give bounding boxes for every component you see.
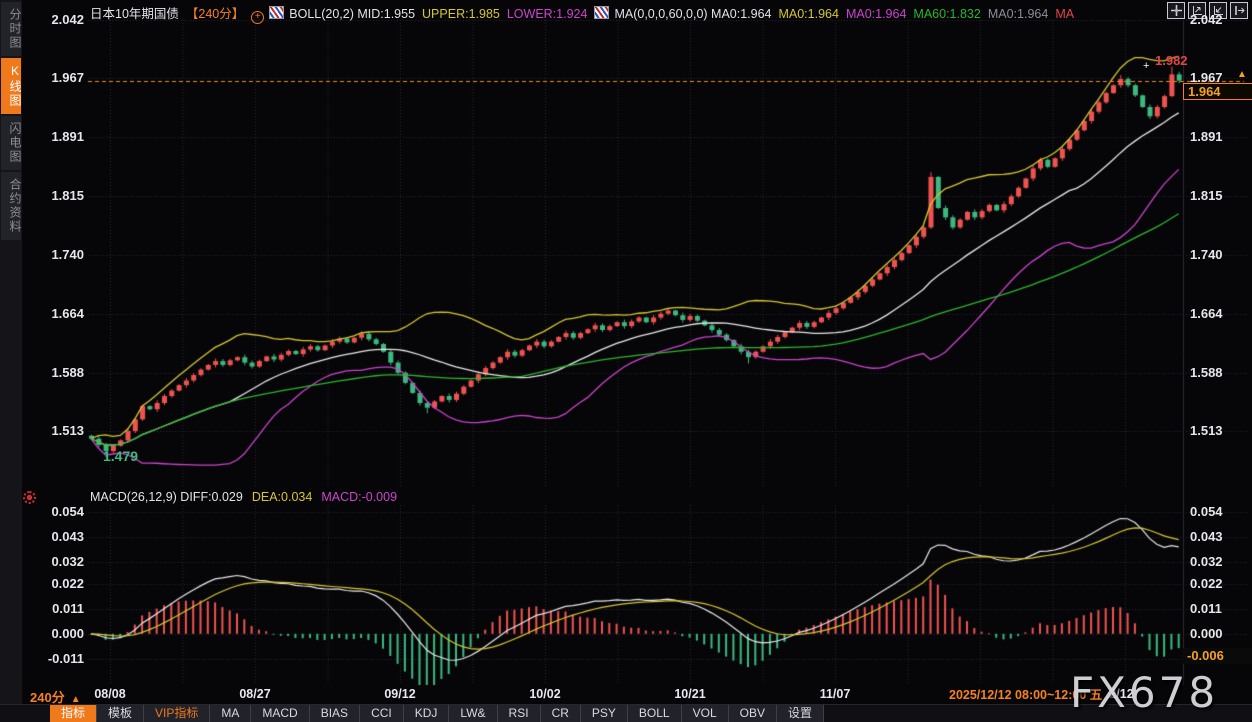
axis-tick-label: 1.664 (26, 306, 84, 321)
toolbar-button-cci[interactable]: CCI (360, 705, 404, 722)
legend-segment: MA(0,0,0,60,0,0) MA0:1.964 (614, 7, 771, 21)
period-label: 240分 (30, 690, 65, 705)
axis-tick-label: 1.815 (26, 188, 84, 203)
axis-tick-label: 1.891 (1190, 129, 1223, 144)
legend-segment: MA60:1.832 (913, 7, 980, 21)
watermark: FX678 (1070, 668, 1218, 717)
sidebar-item-4[interactable]: 合约资料 (1, 172, 21, 240)
date-label: 11/07 (820, 687, 851, 701)
date-label: 10/21 (674, 687, 705, 701)
toolbar-button-kdj[interactable]: KDJ (404, 705, 450, 722)
date-label: 10/02 (529, 687, 560, 701)
toolbar-button-cr[interactable]: CR (541, 705, 581, 722)
macd-legend: MACD(26,12,9) DIFF:0.029 DEA:0.034 MACD:-0… (90, 490, 406, 504)
sidebar-item-2[interactable]: K线图 (1, 58, 21, 114)
indicator-legend: 日本10年期国债【240分】+BOLL(20,2) MID:1.955UPPER… (90, 3, 1081, 19)
toolbar-button-bias[interactable]: BIAS (310, 705, 360, 722)
date-label: 09/12 (384, 687, 415, 701)
legend-segment: MA0:1.964 (846, 7, 906, 21)
axis-tick-label: 1.588 (26, 365, 84, 380)
legend-segment: LOWER:1.924 (507, 7, 588, 21)
trading-terminal: 分时图K线图闪电图合约资料 日本10年期国债【240分】+BOLL(20,2) … (0, 0, 1252, 722)
toolbar-button-lw&[interactable]: LW& (449, 705, 497, 722)
axis-tick-label: 0.011 (1190, 601, 1222, 616)
axis-tick-label: 1.513 (1190, 423, 1223, 438)
axis-tick-label: 1.513 (26, 423, 84, 438)
toolbar-button-rsi[interactable]: RSI (498, 705, 541, 722)
axis-tick-label: 1.588 (1190, 365, 1223, 380)
date-label: 08/08 (94, 687, 125, 701)
sidebar-item-1[interactable]: 分时图 (1, 2, 21, 56)
axis-tick-label: 0.032 (1190, 554, 1223, 569)
toolbar-button-vip指标[interactable]: VIP指标 (144, 705, 210, 722)
axis-tick-label: 0.043 (26, 529, 84, 544)
session-low-label: 1.479 (103, 448, 138, 464)
sidebar-item-3[interactable]: 闪电图 (1, 116, 21, 170)
axis-tick-label: 0.000 (26, 626, 84, 641)
axis-tick-label: 1.740 (26, 247, 84, 262)
legend-segment: 日本10年期国债 (90, 7, 179, 21)
axis-tick-label: 1.664 (1190, 306, 1223, 321)
axis-tick-label: 0.054 (1190, 504, 1223, 519)
chart-type-sidebar: 分时图K线图闪电图合约资料 (0, 0, 22, 722)
toolbar-button-boll[interactable]: BOLL (628, 705, 682, 722)
axis-tick-label: 0.011 (26, 601, 84, 616)
axis-tick-label: 0.022 (1190, 576, 1223, 591)
axis-tick-label: -0.011 (26, 651, 84, 666)
toolbar-button-vol[interactable]: VOL (682, 705, 729, 722)
last-price-badge: 1.964 (1183, 83, 1252, 100)
toolbar-button-设置[interactable]: 设置 (777, 705, 824, 722)
boll-mini-chart-icon[interactable] (269, 6, 284, 19)
session-high-cross-marker: + (1143, 60, 1149, 72)
legend-segment: MA0:1.964 (988, 7, 1048, 21)
legend-segment: BOLL(20,2) MID:1.955 (289, 7, 415, 21)
pan-right-icon[interactable] (1230, 2, 1248, 19)
axis-tick-label: 1.815 (1190, 188, 1223, 203)
chart-canvas[interactable] (0, 0, 1252, 722)
axis-tick-label: 1.891 (26, 129, 84, 144)
axis-tick-label: 2.042 (1190, 12, 1223, 27)
session-high-label: 1.982 (1155, 53, 1188, 68)
toolbar-button-ma[interactable]: MA (210, 705, 251, 722)
macd-legend-segment: MACD(26,12,9) DIFF:0.029 (90, 490, 243, 504)
legend-segment: MA0:1.964 (778, 7, 838, 21)
macd-legend-segment: MACD:-0.009 (321, 490, 397, 504)
ma-mini-chart-icon[interactable] (594, 6, 609, 19)
panel-splitter-icon[interactable] (23, 491, 36, 504)
axis-tick-label: 1.967 (26, 70, 84, 85)
axis-tick-label: 2.042 (26, 12, 84, 27)
axis-tick-label: 0.022 (26, 576, 84, 591)
axis-tick-label: 0.054 (26, 504, 84, 519)
toolbar-button-macd[interactable]: MACD (251, 705, 309, 722)
axis-tick-label: 0.043 (1190, 529, 1223, 544)
axis-tick-label: 0.000 (1190, 626, 1223, 641)
macd-legend-segment: DEA:0.034 (252, 490, 312, 504)
macd-last-value-badge: -0.006 (1183, 648, 1252, 664)
legend-segment: 【240分】 (186, 7, 244, 21)
indicator-toolbar: 指标模板VIP指标MAMACDBIASCCIKDJLW&RSICRPSYBOLL… (0, 704, 1252, 722)
axis-tick-label: 0.032 (26, 554, 84, 569)
price-up-arrow-icon: ▲ (1237, 69, 1247, 80)
legend-segment: MA (1055, 7, 1074, 21)
crosshair-icon[interactable] (1167, 2, 1185, 19)
toolbar-button-指标[interactable]: 指标 (50, 705, 97, 722)
legend-segment: UPPER:1.985 (422, 7, 500, 21)
axis-tick-label: 1.740 (1190, 247, 1223, 262)
date-label: 08/27 (239, 687, 270, 701)
toolbar-button-psy[interactable]: PSY (581, 705, 628, 722)
toolbar-button-obv[interactable]: OBV (729, 705, 777, 722)
toolbar-button-模板[interactable]: 模板 (97, 705, 144, 722)
